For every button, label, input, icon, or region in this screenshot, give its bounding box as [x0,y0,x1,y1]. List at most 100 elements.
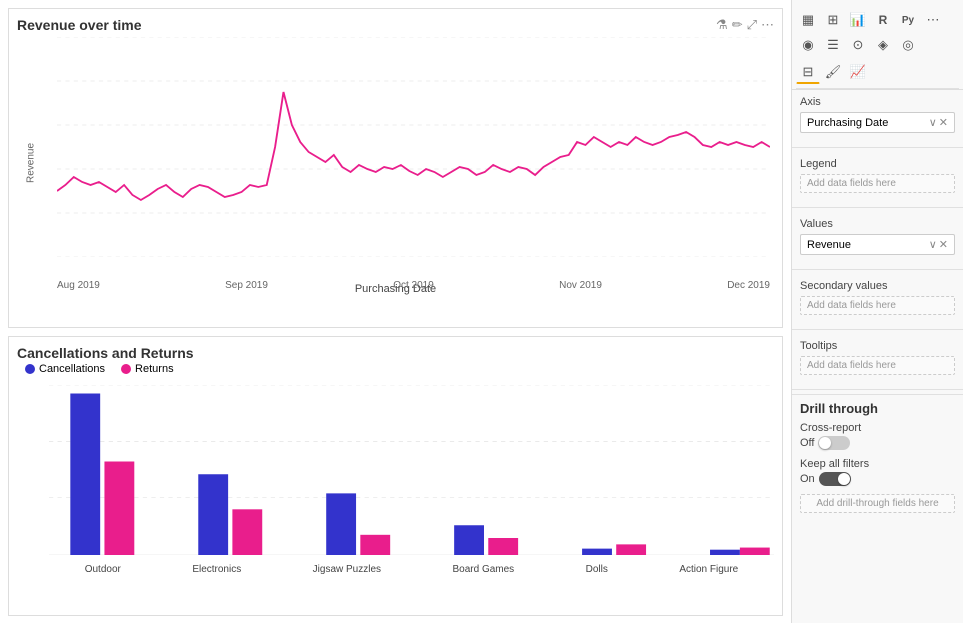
expand-icon[interactable]: ⤢ [747,17,757,33]
boardgames-cancellations-bar [454,525,484,555]
cancellations-label: Cancellations [39,363,105,375]
cross-report-state: Off [800,437,814,449]
visual6-icon[interactable]: ◉ [796,33,820,57]
visual8-icon[interactable]: ⊙ [846,33,870,57]
jigsaw-cancellations-bar [326,493,356,555]
cross-report-label: Cross-report [800,422,955,434]
panel-toolbar: ▦ ⊞ 📊 R Py ⋯ ◉ ☰ ⊙ ◈ ◎ ⊟ 🖌 📈 [792,4,963,90]
analytics-tab-icon[interactable]: 📈 [846,60,870,84]
chart-bar-icon[interactable]: 📊 [846,8,870,32]
axis-remove-icon[interactable]: ✕ [939,116,948,129]
tooltips-add-field[interactable]: Add data fields here [800,356,955,375]
secondary-values-label: Secondary values [800,280,955,292]
cat-jigsaw: Jigsaw Puzzles [313,564,381,575]
electronics-cancellations-bar [198,474,228,555]
matrix-icon[interactable]: ⊞ [821,8,845,32]
cross-report-knob [819,437,831,449]
values-section: Values Revenue ∨ ✕ [792,212,963,265]
toolbar-row-2: ◉ ☰ ⊙ ◈ ◎ [796,33,959,57]
divider-5 [792,389,963,390]
bar-chart-svg: 10K 5K 0K [49,385,774,555]
axis-expand-icon[interactable]: ∨ [929,116,937,129]
keep-filters-toggle-container: On [800,472,955,486]
visual10-icon[interactable]: ◎ [896,33,920,57]
tooltips-section: Tooltips Add data fields here [792,334,963,385]
x-axis-ticks: Aug 2019 Sep 2019 Oct 2019 Nov 2019 Dec … [57,280,770,291]
secondary-values-add-field[interactable]: Add data fields here [800,296,955,315]
boardgames-returns-bar [488,538,518,555]
x-tick-oct: Oct 2019 [393,280,434,291]
action-cancellations-bar [710,550,740,555]
values-expand-icon[interactable]: ∨ [929,238,937,251]
format-tab-icon[interactable]: ⊟ [796,60,820,84]
x-tick-aug: Aug 2019 [57,280,100,291]
divider-2 [792,207,963,208]
legend-label: Legend [800,158,955,170]
returns-dot [121,364,131,374]
cat-outdoor: Outdoor [85,564,121,575]
cat-electronics: Electronics [192,564,241,575]
x-tick-nov: Nov 2019 [559,280,602,291]
keep-filters-toggle[interactable] [819,472,851,486]
values-pill-actions: ∨ ✕ [929,238,948,251]
values-label: Values [800,218,955,230]
legend-section: Legend Add data fields here [792,152,963,203]
main-content: Revenue over time ⚗ ✏ ⤢ ⋯ Revenue 6K [0,0,791,623]
electronics-returns-bar [232,509,262,555]
legend-returns: Returns [121,363,174,375]
cat-boardgames: Board Games [452,564,514,575]
axis-field-pill[interactable]: Purchasing Date ∨ ✕ [800,112,955,133]
right-panel: ▦ ⊞ 📊 R Py ⋯ ◉ ☰ ⊙ ◈ ◎ ⊟ 🖌 📈 Axis Purcha… [791,0,963,623]
values-field-pill[interactable]: Revenue ∨ ✕ [800,234,955,255]
bar-legend: Cancellations Returns [17,361,774,377]
legend-cancellations: Cancellations [25,363,105,375]
dolls-cancellations-bar [582,549,612,555]
divider-3 [792,269,963,270]
bar-chart-title: Cancellations and Returns [17,345,774,361]
tooltips-label: Tooltips [800,340,955,352]
revenue-chart-title: Revenue over time [17,17,142,33]
values-field-name: Revenue [807,239,851,251]
revenue-chart: Revenue over time ⚗ ✏ ⤢ ⋯ Revenue 6K [8,8,783,328]
divider-4 [792,329,963,330]
paint-tab-icon[interactable]: 🖌 [821,60,845,84]
x-tick-dec: Dec 2019 [727,280,770,291]
revenue-line-chart: 6K 5K 4K 3K 2K 1K [57,37,770,257]
axis-label: Axis [800,96,955,108]
keep-filters-knob [838,473,850,485]
Py-icon[interactable]: Py [896,8,920,32]
bar-chart-header: Cancellations and Returns Cancellations … [9,337,782,385]
chart-header: Revenue over time ⚗ ✏ ⤢ ⋯ [9,9,782,33]
keep-filters-label: Keep all filters [800,458,955,470]
visual7-icon[interactable]: ☰ [821,33,845,57]
divider-1 [792,147,963,148]
axis-field-name: Purchasing Date [807,117,888,129]
y-axis-label: Revenue [26,143,37,183]
dolls-returns-bar [616,544,646,555]
filter-icon[interactable]: ⚗ [716,17,728,33]
values-remove-icon[interactable]: ✕ [939,238,948,251]
bar-chart: Cancellations and Returns Cancellations … [8,336,783,616]
R-icon[interactable]: R [871,8,895,32]
keep-filters-state: On [800,473,815,485]
format-chart-icon[interactable]: ✏ [732,17,743,33]
add-drill-fields[interactable]: Add drill-through fields here [800,494,955,513]
more-icon[interactable]: ⋯ [761,17,774,33]
legend-add-field[interactable]: Add data fields here [800,174,955,193]
more-visuals-icon[interactable]: ⋯ [921,8,945,32]
keep-filters-row: Keep all filters On [800,458,955,486]
returns-label: Returns [135,363,174,375]
chart-toolbar: ⚗ ✏ ⤢ ⋯ [716,17,774,33]
x-tick-sep: Sep 2019 [225,280,268,291]
visual9-icon[interactable]: ◈ [871,33,895,57]
cat-dolls: Dolls [586,564,608,575]
secondary-values-section: Secondary values Add data fields here [792,274,963,325]
table-icon[interactable]: ▦ [796,8,820,32]
outdoor-cancellations-bar [70,394,100,556]
cross-report-toggle-container: Off [800,436,955,450]
bar-chart-x-labels: Outdoor Electronics Jigsaw Puzzles Board… [49,564,774,575]
cross-report-toggle[interactable] [818,436,850,450]
drillthrough-title: Drill through [800,401,955,416]
cross-report-row: Cross-report Off [800,422,955,450]
axis-pill-actions: ∨ ✕ [929,116,948,129]
